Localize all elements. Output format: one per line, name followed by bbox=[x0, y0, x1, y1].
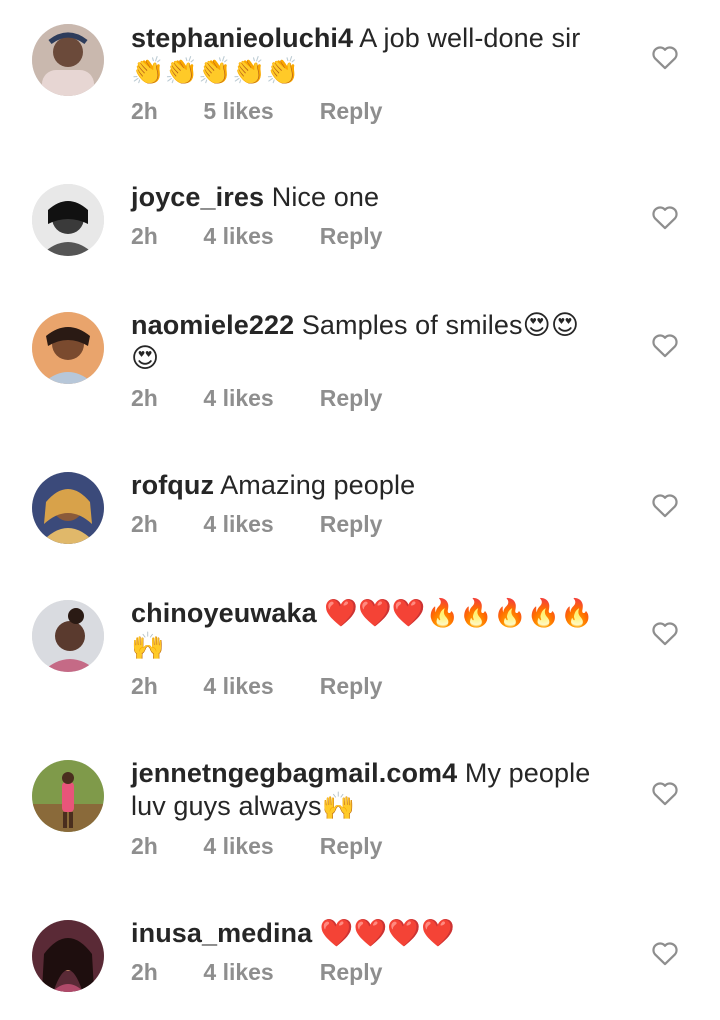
username-link[interactable]: rofquz bbox=[131, 470, 214, 500]
username-link[interactable]: joyce_ires bbox=[131, 182, 264, 212]
comment-text: joyce_ires Nice one bbox=[131, 181, 601, 214]
likes-count-button[interactable]: 4 likes bbox=[203, 673, 313, 700]
heart-icon[interactable] bbox=[651, 332, 679, 358]
heart-icon[interactable] bbox=[651, 780, 679, 806]
comment-time: 2h bbox=[131, 385, 158, 411]
avatar[interactable] bbox=[32, 920, 104, 992]
avatar[interactable] bbox=[32, 600, 104, 672]
comment-time: 2h bbox=[131, 833, 158, 859]
likes-count-button[interactable]: 4 likes bbox=[203, 511, 313, 538]
likes-count-button[interactable]: 4 likes bbox=[203, 385, 313, 412]
comment-message: Nice one bbox=[271, 182, 380, 212]
avatar[interactable] bbox=[32, 760, 104, 832]
heart-icon[interactable] bbox=[651, 492, 679, 518]
reply-button[interactable]: Reply bbox=[320, 511, 383, 538]
comment-message: Amazing people bbox=[220, 470, 416, 500]
comment-text: stephanieoluchi4 A job well-done sir👏👏👏👏… bbox=[131, 22, 601, 88]
reply-button[interactable]: Reply bbox=[320, 223, 383, 250]
likes-count-button[interactable]: 4 likes bbox=[203, 223, 313, 250]
comment-text: rofquz Amazing people bbox=[131, 469, 601, 502]
heart-icon[interactable] bbox=[651, 204, 679, 230]
heart-icon[interactable] bbox=[651, 620, 679, 646]
comment-time: 2h bbox=[131, 223, 158, 249]
likes-count-button[interactable]: 4 likes bbox=[203, 959, 313, 986]
comment-time: 2h bbox=[131, 673, 158, 699]
comment-text: jennetngegbagmail.com4 My people luv guy… bbox=[131, 757, 601, 823]
heart-icon[interactable] bbox=[651, 940, 679, 966]
username-link[interactable]: jennetngegbagmail.com4 bbox=[131, 758, 457, 788]
username-link[interactable]: stephanieoluchi4 bbox=[131, 23, 353, 53]
avatar[interactable] bbox=[32, 184, 104, 256]
avatar[interactable] bbox=[32, 24, 104, 96]
reply-button[interactable]: Reply bbox=[320, 98, 383, 125]
username-link[interactable]: naomiele222 bbox=[131, 310, 294, 340]
reply-button[interactable]: Reply bbox=[320, 959, 383, 986]
reply-button[interactable]: Reply bbox=[320, 833, 383, 860]
comment-text: inusa_medina ❤️❤️❤️❤️ bbox=[131, 917, 601, 950]
avatar[interactable] bbox=[32, 472, 104, 544]
comment-time: 2h bbox=[131, 98, 158, 124]
username-link[interactable]: chinoyeuwaka bbox=[131, 598, 317, 628]
comment-text: naomiele222 Samples of smiles😍😍😍 bbox=[131, 309, 601, 375]
heart-icon[interactable] bbox=[651, 44, 679, 70]
likes-count-button[interactable]: 4 likes bbox=[203, 833, 313, 860]
comment-time: 2h bbox=[131, 511, 158, 537]
likes-count-button[interactable]: 5 likes bbox=[203, 98, 313, 125]
avatar[interactable] bbox=[32, 312, 104, 384]
reply-button[interactable]: Reply bbox=[320, 385, 383, 412]
comment-time: 2h bbox=[131, 959, 158, 985]
username-link[interactable]: inusa_medina bbox=[131, 918, 312, 948]
reply-button[interactable]: Reply bbox=[320, 673, 383, 700]
comment-message: ❤️❤️❤️❤️ bbox=[319, 918, 455, 948]
comment-text: chinoyeuwaka ❤️❤️❤️🔥🔥🔥🔥🔥🙌 bbox=[131, 597, 601, 663]
